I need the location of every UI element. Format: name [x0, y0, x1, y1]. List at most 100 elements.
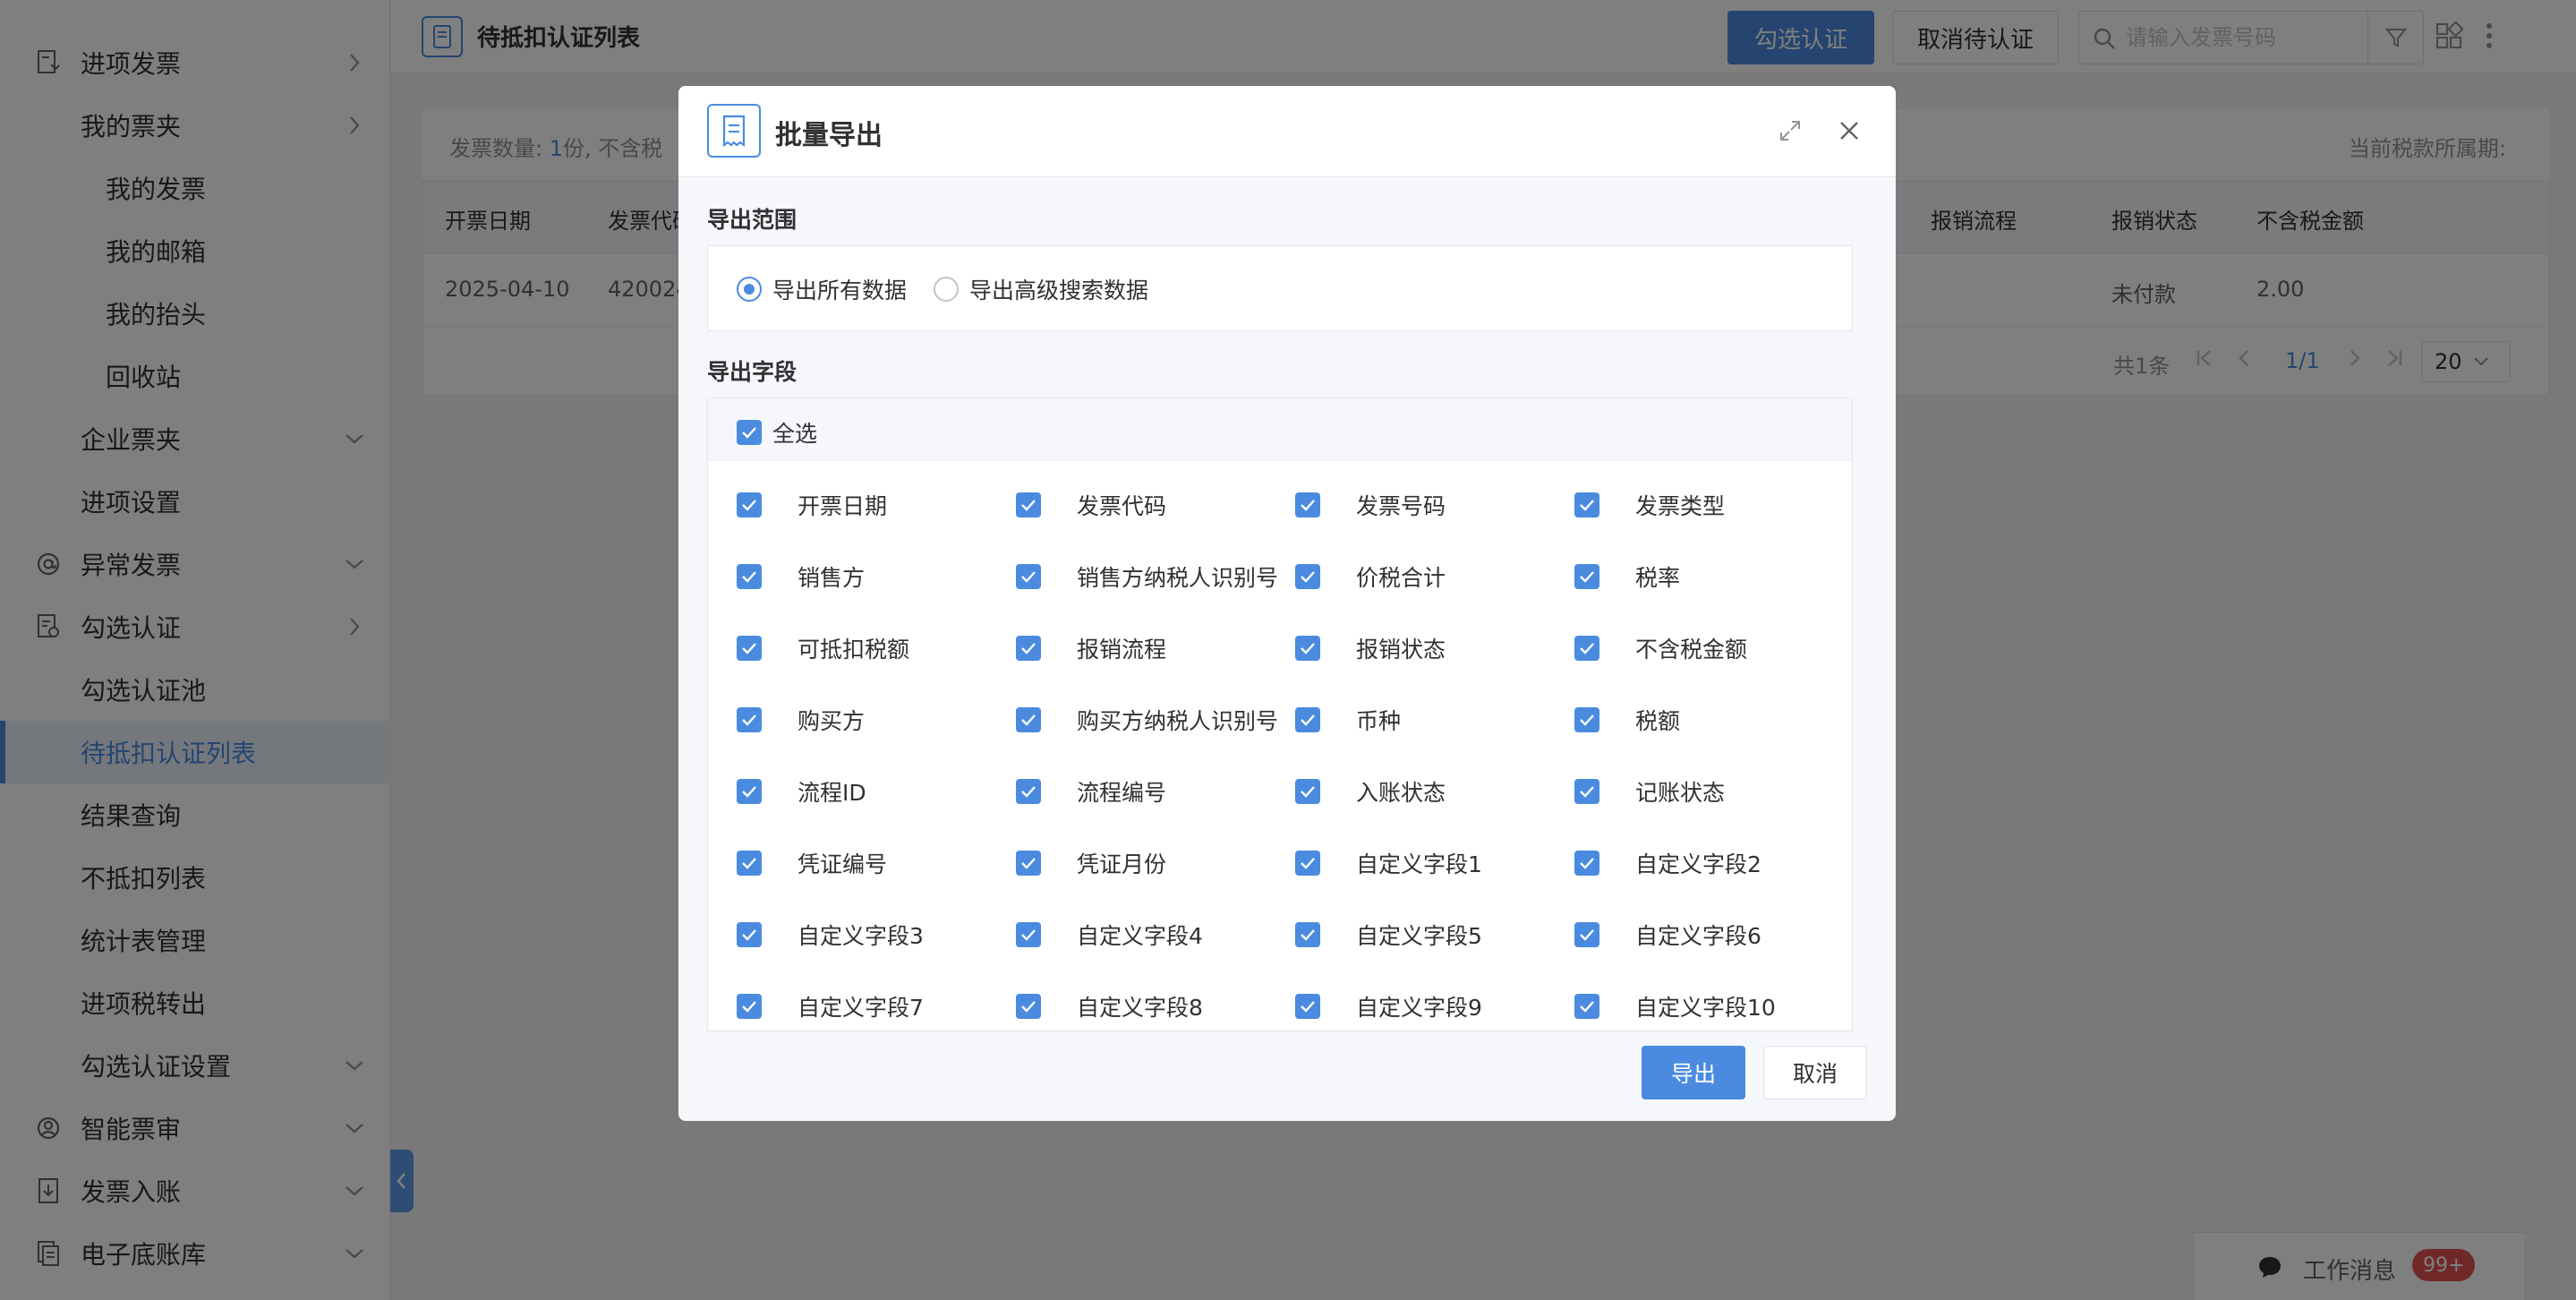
field-label: 购买方纳税人识别号 — [1077, 708, 1279, 734]
checkbox-checked-icon — [1016, 922, 1041, 947]
dialog-title: 批量导出 — [775, 120, 883, 151]
radio-label: 导出高级搜索数据 — [969, 278, 1149, 304]
field-checkbox[interactable]: 自定义字段1 — [1295, 848, 1482, 878]
field-checkbox[interactable]: 自定义字段7 — [737, 991, 924, 1022]
export-fields-box: 全选 开票日期 发票代码 发票号码 发票类型销售方 销售方纳税人识别号 价税合计 税率可抵扣… — [707, 398, 1853, 1031]
checkbox-checked-icon — [1574, 851, 1599, 876]
field-label: 报销流程 — [1077, 637, 1167, 663]
checkbox-checked-icon — [737, 994, 762, 1019]
fields-header: 全选 — [708, 398, 1852, 461]
field-label: 发票代码 — [1077, 493, 1167, 519]
checkbox-checked-icon — [1295, 707, 1320, 732]
checkbox-checked-icon — [737, 636, 762, 661]
field-label: 记账状态 — [1635, 780, 1726, 806]
field-label: 税率 — [1635, 565, 1681, 591]
export-doc-icon — [707, 104, 761, 158]
field-label: 流程编号 — [1077, 780, 1167, 806]
checkbox-checked-icon — [1016, 779, 1041, 804]
field-checkbox[interactable]: 记账状态 — [1574, 776, 1725, 807]
field-checkbox[interactable]: 税率 — [1574, 561, 1680, 592]
radio-label: 导出所有数据 — [772, 278, 908, 304]
checkbox-checked-icon — [1295, 492, 1320, 517]
expand-icon[interactable] — [1772, 113, 1808, 149]
field-label: 入账状态 — [1356, 780, 1446, 806]
field-checkbox[interactable]: 自定义字段10 — [1574, 991, 1776, 1022]
field-checkbox[interactable]: 流程ID — [737, 776, 866, 807]
field-label: 不含税金额 — [1635, 637, 1748, 663]
field-checkbox[interactable]: 销售方 — [737, 561, 865, 592]
field-checkbox[interactable]: 流程编号 — [1016, 776, 1166, 807]
field-checkbox[interactable]: 发票号码 — [1295, 490, 1446, 520]
field-checkbox[interactable]: 不含税金额 — [1574, 633, 1747, 663]
field-checkbox[interactable]: 税额 — [1574, 705, 1680, 735]
field-label: 自定义字段6 — [1635, 923, 1761, 949]
checkbox-checked-icon — [1016, 636, 1041, 661]
radio-unchecked-icon — [934, 277, 959, 302]
field-label: 自定义字段5 — [1356, 923, 1482, 949]
field-checkbox[interactable]: 发票类型 — [1574, 490, 1725, 520]
field-checkbox[interactable]: 价税合计 — [1295, 561, 1446, 592]
cancel-button[interactable]: 取消 — [1763, 1046, 1867, 1099]
checkbox-checked-icon — [737, 851, 762, 876]
field-label: 凭证月份 — [1077, 851, 1167, 877]
field-label: 销售方纳税人识别号 — [1077, 565, 1279, 591]
field-checkbox[interactable]: 自定义字段8 — [1016, 991, 1203, 1022]
export-fields-title: 导出字段 — [707, 359, 798, 385]
checkbox-checked-icon — [1295, 779, 1320, 804]
checkbox-checked-icon — [737, 779, 762, 804]
checkbox-checked-icon — [1016, 492, 1041, 517]
field-checkbox[interactable]: 自定义字段6 — [1574, 919, 1761, 950]
field-checkbox[interactable]: 可抵扣税额 — [737, 633, 909, 663]
checkbox-checked-icon — [1016, 994, 1041, 1019]
checkbox-checked-icon — [1016, 707, 1041, 732]
select-all-checkbox[interactable]: 全选 — [737, 416, 817, 449]
field-checkbox[interactable]: 销售方纳税人识别号 — [1016, 561, 1278, 592]
export-range-title: 导出范围 — [707, 207, 798, 233]
field-checkbox[interactable]: 自定义字段9 — [1295, 991, 1482, 1022]
checkbox-checked-icon — [1295, 851, 1320, 876]
select-all-label: 全选 — [772, 421, 818, 447]
checkbox-checked-icon — [1295, 922, 1320, 947]
field-checkbox[interactable]: 购买方纳税人识别号 — [1016, 705, 1278, 735]
checkbox-checked-icon — [1574, 564, 1599, 589]
checkbox-checked-icon — [1574, 922, 1599, 947]
field-checkbox[interactable]: 购买方 — [737, 705, 865, 735]
radio-export-advanced[interactable]: 导出高级搜索数据 — [934, 273, 1148, 305]
checkbox-checked-icon — [1574, 707, 1599, 732]
field-checkbox[interactable]: 自定义字段5 — [1295, 919, 1482, 950]
field-label: 自定义字段3 — [798, 923, 924, 949]
field-label: 税额 — [1635, 708, 1681, 734]
checkbox-checked-icon — [1016, 564, 1041, 589]
checkbox-checked-icon — [737, 564, 762, 589]
field-label: 币种 — [1356, 708, 1402, 734]
checkbox-checked-icon — [737, 922, 762, 947]
field-label: 流程ID — [798, 780, 866, 806]
field-label: 自定义字段2 — [1635, 851, 1761, 877]
field-checkbox[interactable]: 凭证月份 — [1016, 848, 1166, 878]
field-label: 购买方 — [798, 708, 866, 734]
dialog-footer: 导出 取消 — [678, 1031, 1896, 1121]
export-range-box: 导出所有数据 导出高级搜索数据 — [707, 245, 1853, 331]
checkbox-checked-icon — [1574, 779, 1599, 804]
field-checkbox[interactable]: 报销状态 — [1295, 633, 1446, 663]
checkbox-checked-icon — [1574, 636, 1599, 661]
dialog-header: 批量导出 — [678, 86, 1896, 177]
field-checkbox[interactable]: 开票日期 — [737, 490, 887, 520]
field-checkbox[interactable]: 报销流程 — [1016, 633, 1166, 663]
export-button[interactable]: 导出 — [1642, 1046, 1745, 1099]
checkbox-checked-icon — [1574, 994, 1599, 1019]
checkbox-checked-icon — [1016, 851, 1041, 876]
field-checkbox[interactable]: 币种 — [1295, 705, 1401, 735]
radio-checked-icon — [737, 277, 762, 302]
checkbox-checked-icon — [1295, 564, 1320, 589]
field-checkbox[interactable]: 自定义字段2 — [1574, 848, 1761, 878]
close-icon[interactable] — [1831, 113, 1867, 149]
field-checkbox[interactable]: 凭证编号 — [737, 848, 887, 878]
field-checkbox[interactable]: 发票代码 — [1016, 490, 1166, 520]
checkbox-checked-icon — [1295, 636, 1320, 661]
radio-export-all[interactable]: 导出所有数据 — [737, 273, 907, 305]
field-checkbox[interactable]: 自定义字段4 — [1016, 919, 1203, 950]
field-checkbox[interactable]: 自定义字段3 — [737, 919, 924, 950]
field-checkbox[interactable]: 入账状态 — [1295, 776, 1446, 807]
field-label: 发票号码 — [1356, 493, 1446, 519]
